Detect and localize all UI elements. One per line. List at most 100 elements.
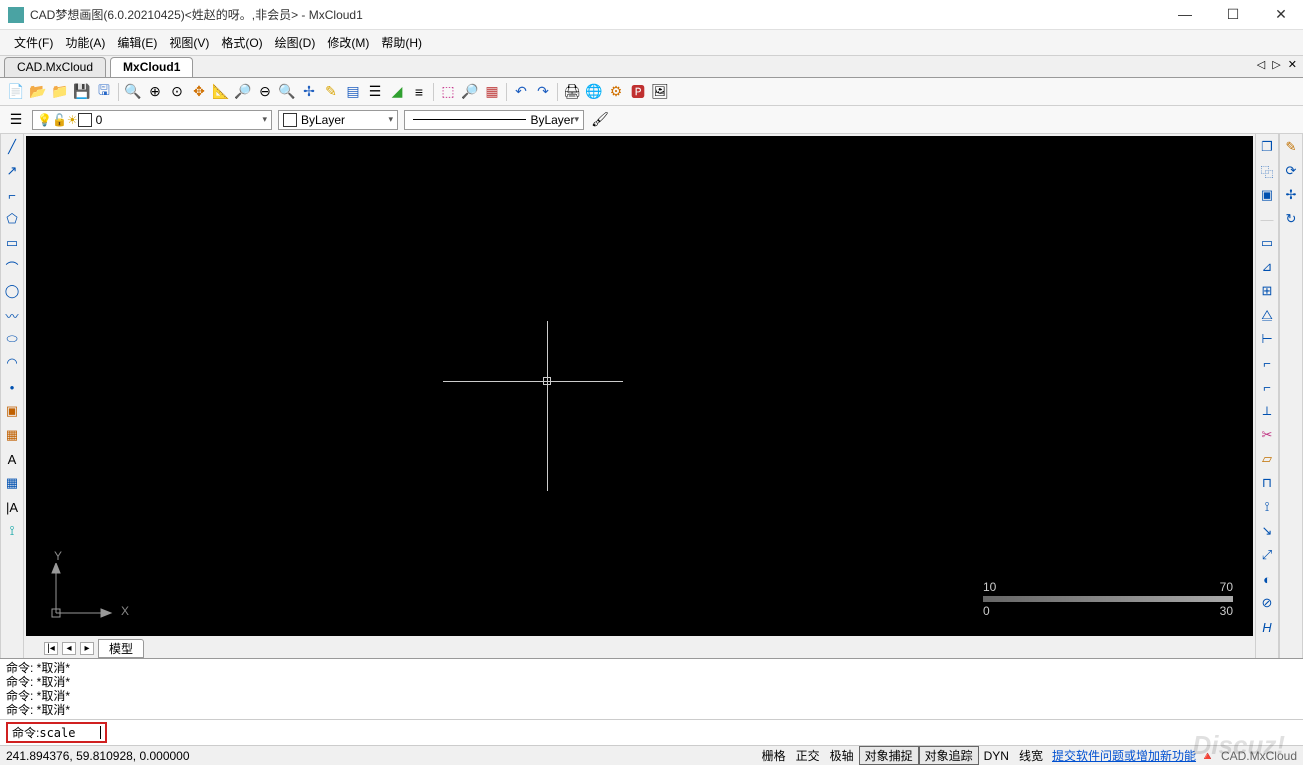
align-icon[interactable]: ◐ <box>1258 570 1276 588</box>
layer-dropdown[interactable]: 💡🔓☀ 0 ▾ <box>32 110 272 130</box>
find-icon[interactable]: 🔎 <box>460 82 480 102</box>
replace-icon[interactable]: ▦ <box>482 82 502 102</box>
array-icon[interactable]: ⊞ <box>1258 282 1276 300</box>
menu-view[interactable]: 视图(V) <box>165 34 213 51</box>
status-grid[interactable]: 栅格 <box>757 747 791 764</box>
linetype-icon[interactable]: ≡ <box>409 82 429 102</box>
minimize-button[interactable]: — <box>1171 6 1199 23</box>
rotate-tool-icon[interactable]: ⊘ <box>1258 594 1276 612</box>
status-otrack[interactable]: 对象追踪 <box>919 746 979 765</box>
tab-nav-first[interactable]: |◂ <box>44 642 58 655</box>
mirror-icon[interactable]: ⧋ <box>1258 306 1276 324</box>
ellipse-tool-icon[interactable]: ⬭ <box>3 330 21 348</box>
menu-help[interactable]: 帮助(H) <box>377 34 426 51</box>
mirror-rect-icon[interactable]: ▭ <box>1258 234 1276 252</box>
maximize-button[interactable]: ☐ <box>1219 6 1247 23</box>
save-icon[interactable]: 💾 <box>72 82 92 102</box>
close-button[interactable]: ✕ <box>1267 6 1295 23</box>
ellipse-arc-icon[interactable]: ◠ <box>3 354 21 372</box>
polygon-tool-icon[interactable]: ⬠ <box>3 210 21 228</box>
zoom-realtime-icon[interactable]: 🔍 <box>277 82 297 102</box>
zoom-in-icon[interactable]: ⊕ <box>145 82 165 102</box>
status-osnap[interactable]: 对象捕捉 <box>859 746 919 765</box>
menu-format[interactable]: 格式(O) <box>217 34 266 51</box>
doc-tab-0[interactable]: CAD.MxCloud <box>4 57 106 77</box>
measure-icon[interactable]: 📐 <box>211 82 231 102</box>
scale-tool-icon[interactable]: ⤢ <box>1258 546 1276 564</box>
web-icon[interactable]: 🌐 <box>584 82 604 102</box>
image-icon[interactable]: 🖼 <box>650 82 670 102</box>
status-dyn[interactable]: DYN <box>979 749 1014 763</box>
move-icon[interactable]: ✢ <box>299 82 319 102</box>
feedback-link[interactable]: 提交软件问题或增加新功能 <box>1048 747 1200 764</box>
tab-nav-prev[interactable]: ◂ <box>62 642 76 655</box>
linetype-dropdown[interactable]: ByLayer ▾ <box>404 110 584 130</box>
menu-modify[interactable]: 修改(M) <box>323 34 373 51</box>
tab-nav-buttons[interactable]: ◁ ▷ ✕ <box>1257 58 1299 71</box>
brush-icon[interactable]: 🖌 <box>590 110 610 130</box>
tab-nav-next[interactable]: ▸ <box>80 642 94 655</box>
break-icon[interactable]: ✂ <box>1258 426 1276 444</box>
copy-obj-icon[interactable]: ⟳ <box>1282 162 1300 180</box>
undo-icon[interactable]: ↶ <box>511 82 531 102</box>
table-tool-icon[interactable]: ▦ <box>3 474 21 492</box>
circle-tool-icon[interactable]: ◯ <box>3 282 21 300</box>
zoom-extents-icon[interactable]: ⊙ <box>167 82 187 102</box>
rectangle-tool-icon[interactable]: ▭ <box>3 234 21 252</box>
fillet-corner-icon[interactable]: ⌐ <box>1258 378 1276 396</box>
select-icon[interactable]: ⬚ <box>438 82 458 102</box>
menu-edit[interactable]: 编辑(E) <box>113 34 161 51</box>
print-icon[interactable]: 🖨 <box>562 82 582 102</box>
offset-icon[interactable]: ⊿ <box>1258 258 1276 276</box>
status-lineweight[interactable]: 线宽 <box>1014 747 1048 764</box>
move-obj-icon[interactable]: ✢ <box>1282 186 1300 204</box>
stretch-2-icon[interactable]: ⟟ <box>1258 498 1276 516</box>
command-input[interactable] <box>39 726 99 740</box>
rotate-icon[interactable]: ↻ <box>1282 210 1300 228</box>
menu-function[interactable]: 功能(A) <box>61 34 109 51</box>
settings-icon[interactable]: ⚙ <box>606 82 626 102</box>
zoom-previous-icon[interactable]: 🔎 <box>233 82 253 102</box>
block-tool-icon[interactable]: ▣ <box>3 402 21 420</box>
zoom-window-icon[interactable]: 🔍 <box>123 82 143 102</box>
trim-corner-icon[interactable]: ⌐ <box>1258 354 1276 372</box>
layers-icon[interactable]: ☰ <box>365 82 385 102</box>
menu-file[interactable]: 文件(F) <box>10 34 57 51</box>
layer-manager-icon[interactable]: ☰ <box>6 110 26 130</box>
layer-icon[interactable]: ▤ <box>343 82 363 102</box>
pdf-icon[interactable]: 🅿 <box>628 82 648 102</box>
copy-icon[interactable]: ❐ <box>1258 138 1276 156</box>
saveas-icon[interactable]: 🖫 <box>94 82 114 102</box>
color-icon[interactable]: ◢ <box>387 82 407 102</box>
menu-draw[interactable]: 绘图(D) <box>271 34 320 51</box>
copy2-icon[interactable]: ⿻ <box>1258 162 1276 180</box>
dimension-tool-icon[interactable]: ⟟ <box>3 522 21 540</box>
mtext-tool-icon[interactable]: |A <box>3 498 21 516</box>
status-polar[interactable]: 极轴 <box>825 747 859 764</box>
redo-icon[interactable]: ↷ <box>533 82 553 102</box>
explode-icon[interactable]: ▱ <box>1258 450 1276 468</box>
join-icon[interactable]: ⊓ <box>1258 474 1276 492</box>
open-file-icon[interactable]: 📂 <box>28 82 48 102</box>
doc-tab-1[interactable]: MxCloud1 <box>110 57 193 77</box>
color-dropdown[interactable]: ByLayer ▾ <box>278 110 398 130</box>
hatch-tool-icon[interactable]: ▦ <box>3 426 21 444</box>
polyline-tool-icon[interactable]: ⌐ <box>3 186 21 204</box>
construction-line-icon[interactable]: ↗ <box>3 162 21 180</box>
chamfer-tool-icon[interactable]: H <box>1258 618 1276 636</box>
pan-icon[interactable]: ✥ <box>189 82 209 102</box>
paste-icon[interactable]: ▣ <box>1258 186 1276 204</box>
new-file-icon[interactable]: 📄 <box>6 82 26 102</box>
lengthen-icon[interactable]: ↘ <box>1258 522 1276 540</box>
arc-tool-icon[interactable]: ⌒ <box>3 258 21 276</box>
spline-tool-icon[interactable]: 〰 <box>3 306 21 324</box>
status-ortho[interactable]: 正交 <box>791 747 825 764</box>
edit-icon[interactable]: ✎ <box>321 82 341 102</box>
text-tool-icon[interactable]: A <box>3 450 21 468</box>
point-tool-icon[interactable]: • <box>3 378 21 396</box>
extend-icon[interactable]: ⟂ <box>1258 402 1276 420</box>
line-tool-icon[interactable]: ╱ <box>3 138 21 156</box>
drawing-canvas[interactable]: Y X 1070 030 <box>26 136 1253 636</box>
zoom-out-icon[interactable]: ⊖ <box>255 82 275 102</box>
trim-junction-icon[interactable]: ⊢ <box>1258 330 1276 348</box>
